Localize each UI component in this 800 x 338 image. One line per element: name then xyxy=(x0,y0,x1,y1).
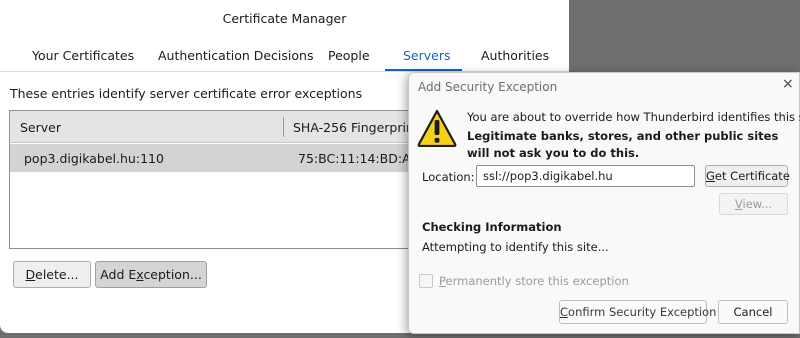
column-resize-handle[interactable] xyxy=(283,117,284,137)
add-exception-label-start: Add E xyxy=(100,267,137,282)
add-security-exception-dialog: Add Security Exception × You are about t… xyxy=(408,72,800,334)
tab-authentication-decisions[interactable]: Authentication Decisions xyxy=(158,46,313,72)
view-button[interactable]: View... xyxy=(719,193,788,215)
tab-bar: Your Certificates Authentication Decisio… xyxy=(0,46,569,72)
confirm-label-rest: onfirm Security Exception xyxy=(568,305,717,319)
confirm-security-exception-button[interactable]: Confirm Security Exception xyxy=(559,300,716,324)
location-input[interactable] xyxy=(476,165,695,187)
close-icon[interactable]: × xyxy=(782,74,796,94)
permanently-store-checkbox[interactable] xyxy=(419,274,433,288)
cancel-button[interactable]: Cancel xyxy=(718,300,788,324)
table-header: Server SHA-256 Fingerprint xyxy=(10,111,428,143)
servers-description: These entries identify server certificat… xyxy=(10,86,363,101)
column-header-server[interactable]: Server xyxy=(20,120,61,135)
tab-authorities[interactable]: Authorities xyxy=(481,46,549,72)
add-exception-button[interactable]: Add Exception... xyxy=(95,261,207,288)
delete-label-rest: elete... xyxy=(35,267,79,282)
get-certificate-mnemonic: G xyxy=(706,169,715,183)
warning-message: You are about to override how Thunderbir… xyxy=(467,110,800,124)
confirm-mnemonic: C xyxy=(560,305,569,319)
tab-your-certificates[interactable]: Your Certificates xyxy=(32,46,134,72)
view-mnemonic: V xyxy=(734,197,743,211)
get-certificate-button[interactable]: Get Certificate xyxy=(705,165,790,187)
checking-status-text: Attempting to identify this site... xyxy=(422,240,609,254)
delete-mnemonic: D xyxy=(25,267,36,282)
cell-server: pop3.digikabel.hu:110 xyxy=(24,151,164,166)
add-exception-label-rest: ception... xyxy=(143,267,202,282)
window-title: Certificate Manager xyxy=(222,11,347,26)
table-row[interactable]: pop3.digikabel.hu:110 75:BC:11:14:BD:A4:… xyxy=(10,144,428,172)
checking-information-heading: Checking Information xyxy=(422,220,562,234)
permanently-store-label[interactable]: Permanently store this exception xyxy=(439,274,629,288)
server-exceptions-table: Server SHA-256 Fingerprint pop3.digikabe… xyxy=(9,110,429,249)
view-label-rest: iew... xyxy=(742,197,773,211)
warning-emphasis: Legitimate banks, stores, and other publ… xyxy=(467,129,779,160)
warning-icon xyxy=(417,109,457,147)
get-certificate-label-rest: et Certificate xyxy=(714,169,790,183)
permanently-store-label-rest: ermanently store this exception xyxy=(445,274,629,288)
dialog-title: Add Security Exception xyxy=(418,80,558,94)
tab-people[interactable]: People xyxy=(328,46,370,72)
location-label: Location: xyxy=(422,170,475,184)
delete-button[interactable]: Delete... xyxy=(13,261,91,288)
column-header-fingerprint[interactable]: SHA-256 Fingerprint xyxy=(293,120,419,135)
